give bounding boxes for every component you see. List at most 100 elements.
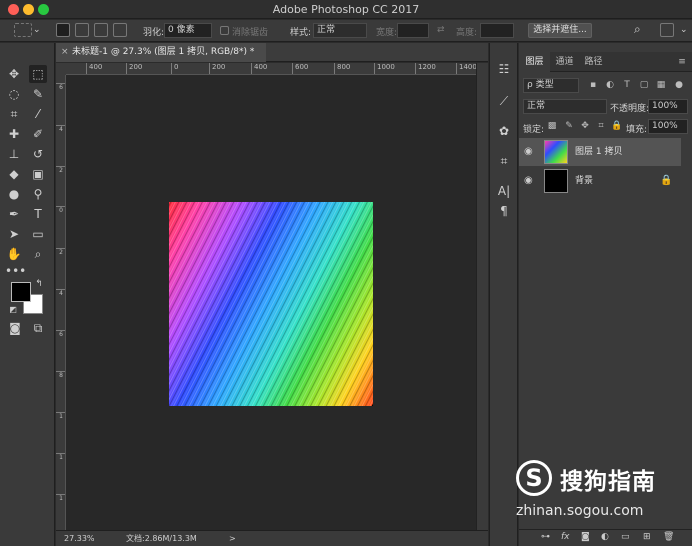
image-filter-icon[interactable]: ▪ <box>587 76 599 95</box>
paragraph-panel-icon[interactable]: ¶ <box>496 203 512 219</box>
swap-dimensions-icon[interactable]: ⇄ <box>437 25 445 35</box>
shape-filter-icon[interactable]: ▢ <box>638 76 650 95</box>
ruler-tick: 400 <box>251 63 267 74</box>
rainbow-diagonal-artwork[interactable] <box>169 202 373 406</box>
lock-all-icon[interactable]: 🔒 <box>611 117 623 136</box>
tab-channels[interactable]: 通道 <box>550 52 579 72</box>
healing-brush-tool-icon[interactable]: ✚ <box>5 125 23 143</box>
chevron-down-icon[interactable]: ⌄ <box>33 25 41 35</box>
document-tab[interactable]: × 未标题-1 @ 27.3% (图层 1 拷贝, RGB/8*) * <box>56 43 266 62</box>
watermark-name: 搜狗指南 <box>560 469 656 495</box>
layer-row-copy[interactable]: ◉ 图层 1 拷贝 <box>519 138 681 166</box>
window-title: Adobe Photoshop CC 2017 <box>272 3 420 16</box>
lasso-tool-icon[interactable]: ◌ <box>5 85 23 103</box>
blend-mode-select[interactable]: 正常 <box>523 99 607 114</box>
default-colors-icon[interactable]: ◩ <box>8 305 18 315</box>
select-and-mask-button[interactable]: 选择并遮住... <box>528 23 592 38</box>
new-layer-icon[interactable]: ⊞ <box>643 532 651 542</box>
zoom-level[interactable]: 27.33% <box>64 531 95 546</box>
adjustment-filter-icon[interactable]: ◐ <box>604 76 616 95</box>
lock-pixels-icon[interactable]: ✎ <box>563 117 575 136</box>
trash-icon[interactable]: 🗑 <box>663 532 674 542</box>
rectangle-tool-icon[interactable]: ▭ <box>29 225 47 243</box>
lock-position-icon[interactable]: ✥ <box>579 117 591 136</box>
marquee-preset-icon[interactable] <box>14 23 32 37</box>
history-panel-icon[interactable]: ☷ <box>496 61 512 77</box>
vertical-scrollbar[interactable] <box>476 63 488 530</box>
ruler-tick: 2 <box>56 166 65 174</box>
zoom-tool-icon[interactable]: ⌕ <box>29 245 47 263</box>
crop-panel-icon[interactable]: ⌗ <box>496 153 512 169</box>
quick-mask-icon[interactable]: ◙ <box>6 319 24 337</box>
style-select[interactable]: 正常 <box>313 23 367 38</box>
new-selection-icon[interactable] <box>56 23 70 37</box>
panel-menu-icon[interactable]: ≡ <box>675 52 689 72</box>
path-selection-tool-icon[interactable]: ➤ <box>5 225 23 243</box>
brush-tool-icon[interactable]: ✐ <box>29 125 47 143</box>
tab-layers[interactable]: 图层 <box>519 52 550 72</box>
fill-input[interactable]: 100% <box>648 119 688 134</box>
style-label: 样式: <box>290 28 312 38</box>
blur-tool-icon[interactable]: ● <box>5 185 23 203</box>
opacity-input[interactable]: 100% <box>648 99 688 114</box>
type-tool-icon[interactable]: T <box>29 205 47 223</box>
minimize-window-button[interactable] <box>23 4 34 15</box>
layer-mask-icon[interactable]: ◙ <box>581 532 590 542</box>
character-panel-icon[interactable]: A| <box>496 183 512 199</box>
document-tab-title: 未标题-1 @ 27.3% (图层 1 拷贝, RGB/8*) * <box>72 47 255 57</box>
add-selection-icon[interactable] <box>75 23 89 37</box>
quick-selection-tool-icon[interactable]: ✎ <box>29 85 47 103</box>
status-menu-arrow[interactable]: > <box>229 531 236 546</box>
workspace-chevron-icon[interactable]: ⌄ <box>680 25 688 35</box>
smart-object-filter-icon[interactable]: ▦ <box>655 76 667 95</box>
search-icon[interactable]: ⌕ <box>634 22 641 37</box>
ruler-origin[interactable] <box>56 63 66 75</box>
more-tools-icon[interactable]: ••• <box>5 262 26 280</box>
width-input[interactable] <box>397 23 429 38</box>
maximize-window-button[interactable] <box>38 4 49 15</box>
feather-input[interactable]: 0 像素 <box>164 23 212 38</box>
eye-icon[interactable]: ◉ <box>524 146 533 157</box>
dodge-tool-icon[interactable]: ⚲ <box>29 185 47 203</box>
gradient-tool-icon[interactable]: ▣ <box>29 165 47 183</box>
screen-mode-icon[interactable]: ⧉ <box>29 319 47 337</box>
adjustments-panel-icon[interactable]: ⟋ <box>496 93 512 109</box>
eye-icon[interactable]: ◉ <box>524 175 533 186</box>
type-filter-icon[interactable]: T <box>621 76 633 95</box>
layer-kind-filter[interactable]: ρ 类型 <box>523 78 579 93</box>
lock-transparency-icon[interactable]: ▩ <box>546 117 558 136</box>
workspace-icon[interactable] <box>660 23 674 37</box>
layer-style-icon[interactable]: fx <box>561 532 570 542</box>
filter-toggle-icon[interactable]: ● <box>673 76 685 95</box>
hand-tool-icon[interactable]: ✋ <box>5 245 23 263</box>
close-window-button[interactable] <box>8 4 19 15</box>
ruler-tick: 1000 <box>374 63 395 74</box>
swap-colors-icon[interactable]: ↰ <box>34 279 44 289</box>
crop-tool-icon[interactable]: ⌗ <box>5 105 23 123</box>
ruler-tick: 1200 <box>415 63 436 74</box>
tab-paths[interactable]: 路径 <box>579 52 608 72</box>
height-input[interactable] <box>480 23 514 38</box>
pen-tool-icon[interactable]: ✒ <box>5 205 23 223</box>
intersect-selection-icon[interactable] <box>113 23 127 37</box>
adjustment-layer-icon[interactable]: ◐ <box>601 532 609 542</box>
anti-alias-checkbox[interactable] <box>220 26 229 35</box>
rectangular-marquee-tool-icon[interactable]: ⬚ <box>29 65 47 83</box>
subtract-selection-icon[interactable] <box>94 23 108 37</box>
properties-panel-icon[interactable]: ✿ <box>496 123 512 139</box>
layer-row-background[interactable]: ◉ 背景 🔒 <box>519 167 681 195</box>
foreground-color-swatch[interactable] <box>11 282 31 302</box>
eraser-tool-icon[interactable]: ◆ <box>5 165 23 183</box>
clone-stamp-tool-icon[interactable]: ⊥ <box>5 145 23 163</box>
vertical-ruler[interactable]: 6 4 2 0 2 4 6 8 1 1 1 <box>56 75 66 530</box>
history-brush-tool-icon[interactable]: ↺ <box>29 145 47 163</box>
move-tool-icon[interactable]: ✥ <box>5 65 23 83</box>
link-layers-icon[interactable]: ⊶ <box>541 532 550 542</box>
horizontal-ruler[interactable]: 400 200 0 200 400 600 800 1000 1200 1400 <box>66 63 476 75</box>
layer-name: 图层 1 拷贝 <box>575 147 623 157</box>
close-tab-icon[interactable]: × <box>61 43 69 62</box>
group-icon[interactable]: ▭ <box>621 532 630 542</box>
lock-artboard-icon[interactable]: ⌗ <box>595 117 607 136</box>
collapsed-panels-strip: ☷ ⟋ ✿ ⌗ A| ¶ <box>489 43 518 546</box>
eyedropper-tool-icon[interactable]: ⁄ <box>29 105 47 123</box>
